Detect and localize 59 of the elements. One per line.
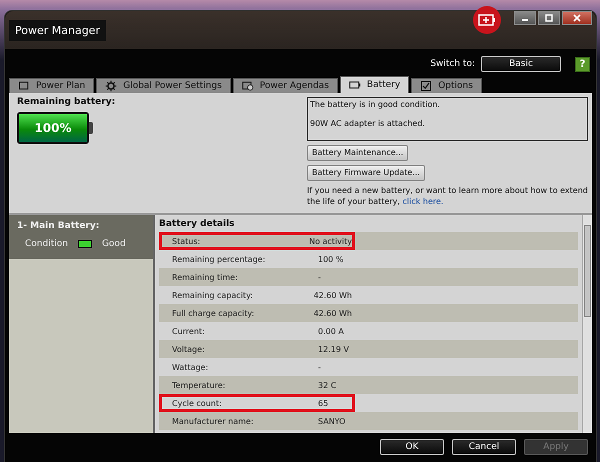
dialog-button[interactable]: OK <box>380 439 444 455</box>
detail-value: No activity <box>309 236 352 246</box>
window-title: Power Manager <box>9 20 106 40</box>
detail-value: 42.60 Wh <box>314 308 352 318</box>
status-message: The battery is in good condition. <box>310 100 441 109</box>
close-icon <box>572 13 582 23</box>
scrollbar[interactable] <box>582 215 592 433</box>
status-message: 90W AC adapter is attached. <box>310 119 426 128</box>
detail-value: SANYO <box>318 416 346 426</box>
page-icon <box>18 80 30 92</box>
detail-label: Full charge capacity: <box>171 308 256 318</box>
battery-list-item[interactable]: 1- Main Battery: Condition Good <box>9 215 153 259</box>
detail-label: Manufacturer name: <box>171 416 255 426</box>
battery-icon <box>348 79 361 91</box>
detail-label: Current: <box>171 326 206 336</box>
detail-value: 0.00 A <box>318 326 344 336</box>
checkbox-icon <box>420 80 432 92</box>
switch-to-label: Switch to: <box>430 59 475 69</box>
remaining-battery-label: Remaining battery: <box>17 97 116 107</box>
detail-label: Cycle count: <box>171 398 223 408</box>
dialog-button[interactable]: Cancel <box>452 439 516 455</box>
help-button[interactable]: ? <box>575 56 590 72</box>
detail-value: - <box>318 272 321 282</box>
tab[interactable]: Battery <box>340 76 410 93</box>
tab[interactable]: Power Plan <box>9 78 94 93</box>
condition-value: Good <box>102 239 126 249</box>
battery-name: 1- Main Battery: <box>17 221 100 231</box>
detail-label: Voltage: <box>171 344 206 354</box>
help-link[interactable]: click here. <box>402 196 444 206</box>
minimize-button[interactable] <box>514 11 536 25</box>
detail-label: Status: <box>171 236 202 246</box>
clock-icon <box>242 80 254 92</box>
details-title: Battery details <box>159 219 236 229</box>
tab[interactable]: Power Agendas <box>232 78 338 93</box>
detail-value: 42.60 Wh <box>314 290 352 300</box>
action-button[interactable]: Battery Maintenance... <box>307 144 408 161</box>
action-button[interactable]: Battery Firmware Update... <box>307 164 425 181</box>
gear-icon <box>105 80 118 92</box>
tab[interactable]: Options <box>411 78 482 93</box>
close-button[interactable] <box>562 11 592 25</box>
detail-value: 100 % <box>318 254 344 264</box>
maximize-icon <box>544 13 554 23</box>
battery-plus-icon <box>472 5 502 35</box>
help-text: If you need a new battery, or want to learn more about how to extend the life of your battery, click here. <box>307 184 588 207</box>
detail-label: Temperature: <box>171 380 226 390</box>
detail-value: 65 <box>318 398 328 408</box>
maximize-button[interactable] <box>538 11 560 25</box>
detail-label: Remaining time: <box>171 272 239 282</box>
basic-button[interactable]: Basic <box>481 56 561 72</box>
dialog-button: Apply <box>524 439 588 455</box>
detail-label: Remaining capacity: <box>171 290 254 300</box>
tab[interactable]: Global Power Settings <box>96 78 231 93</box>
detail-value: 32 C <box>318 380 336 390</box>
detail-label: Wattage: <box>171 362 210 372</box>
battery-icon <box>78 240 92 248</box>
detail-label: Remaining percentage: <box>171 254 266 264</box>
detail-value: 12.19 V <box>318 344 349 354</box>
detail-value: - <box>318 362 321 372</box>
condition-label: Condition <box>25 239 68 249</box>
